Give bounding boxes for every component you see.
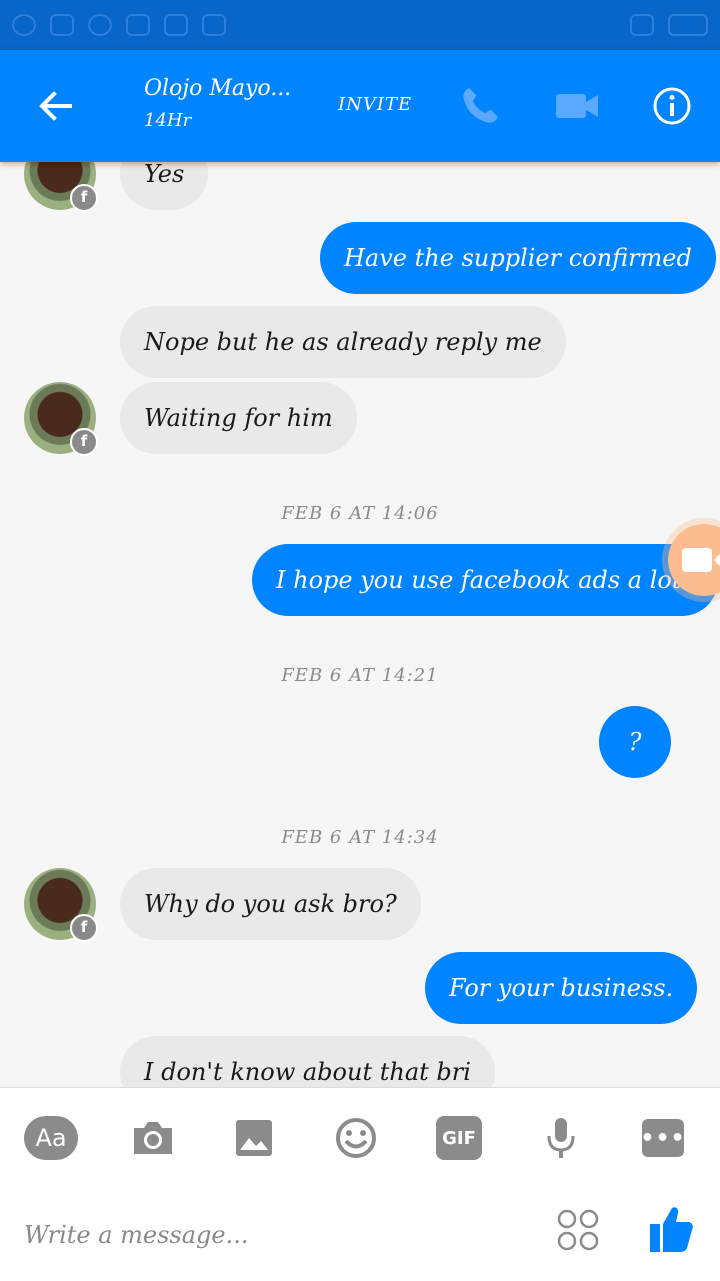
timestamp: FEB 6 AT 14:21: [281, 665, 439, 686]
message-bubble[interactable]: I hope you use facebook ads a lot?: [252, 544, 719, 616]
avatar[interactable]: f: [24, 868, 98, 942]
twitter-icon: [164, 14, 188, 36]
more-options-button[interactable]: •••: [640, 1119, 685, 1157]
phone-icon[interactable]: [456, 82, 504, 130]
microphone-icon[interactable]: [544, 1116, 578, 1160]
timestamp: FEB 6 AT 14:06: [281, 503, 439, 524]
text-format-button[interactable]: Aa: [24, 1116, 78, 1160]
message-bubble[interactable]: Why do you ask bro?: [120, 868, 421, 940]
message-bubble[interactable]: Have the supplier confirmed: [320, 222, 716, 294]
facebook-icon: f: [70, 184, 98, 212]
facebook-icon: f: [70, 914, 98, 942]
message-bubble[interactable]: Nope but he as already reply me: [120, 306, 566, 378]
contact-status: 14Hr: [144, 110, 192, 131]
signal-icon: [630, 14, 654, 36]
camera-icon[interactable]: [130, 1116, 176, 1160]
video-icon: [682, 548, 712, 572]
whatsapp-icon: [88, 14, 112, 36]
status-left: [12, 14, 226, 36]
avatar[interactable]: f: [24, 382, 98, 456]
gallery-icon: [126, 14, 150, 36]
notification-icon: [12, 14, 36, 36]
shield-icon: [50, 14, 74, 36]
status-right: [630, 14, 708, 36]
chat-icon: [202, 14, 226, 36]
message-bubble[interactable]: ?: [599, 706, 671, 778]
timestamp: FEB 6 AT 14:34: [281, 827, 439, 848]
facebook-icon: f: [70, 428, 98, 456]
sticker-icon[interactable]: [556, 1208, 600, 1252]
message-input[interactable]: [22, 1214, 526, 1256]
battery-icon: [668, 14, 708, 36]
gif-button[interactable]: GIF: [436, 1116, 482, 1160]
status-bar: [0, 0, 720, 50]
message-bubble[interactable]: Waiting for him: [120, 382, 357, 454]
back-arrow-icon[interactable]: [34, 84, 78, 128]
thumbs-up-icon[interactable]: [648, 1204, 694, 1254]
info-icon[interactable]: [652, 86, 692, 126]
message-bubble[interactable]: For your business.: [425, 952, 698, 1024]
emoji-icon[interactable]: [334, 1116, 378, 1160]
video-camera-icon[interactable]: [554, 86, 600, 126]
chat-header: Olojo Mayo... 14Hr INVITE: [0, 50, 720, 162]
contact-name[interactable]: Olojo Mayo...: [144, 76, 291, 101]
invite-button[interactable]: INVITE: [338, 94, 412, 115]
image-icon[interactable]: [234, 1116, 274, 1160]
composer: Aa GIF •••: [0, 1087, 720, 1281]
